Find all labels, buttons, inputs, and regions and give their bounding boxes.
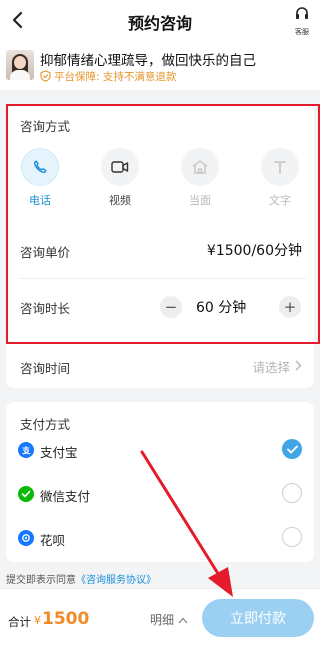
pay-now-button[interactable]: 立即付款	[202, 599, 314, 637]
consult-time-placeholder: 请选择	[252, 360, 290, 375]
wechat-pay-label: 微信支付	[40, 489, 91, 504]
total-amount-value: 1500	[42, 609, 90, 629]
shield-check-icon	[40, 70, 51, 82]
page-title: 预约咨询	[127, 14, 192, 33]
payment-method-huabei[interactable]: 花呗	[6, 526, 314, 550]
checkout-bar: 合计 ¥1500 明细 立即付款	[0, 588, 320, 646]
wechat-pay-icon	[18, 486, 34, 502]
payment-method-alipay[interactable]: 支付宝	[6, 438, 314, 462]
payment-title: 支付方式	[20, 417, 71, 432]
huabei-icon	[18, 530, 34, 546]
counselor-avatar[interactable]	[6, 50, 34, 80]
alipay-icon	[18, 442, 34, 458]
chevron-right-icon	[295, 360, 302, 371]
total-label: 合计	[8, 615, 31, 629]
guarantee-text: 平台保障: 支持不满意退款	[54, 71, 177, 83]
alipay-radio[interactable]	[282, 439, 302, 459]
guarantee-note: 平台保障: 支持不满意退款	[40, 69, 176, 84]
wechat-pay-radio[interactable]	[282, 483, 302, 503]
consult-time-label: 咨询时间	[20, 361, 71, 376]
alipay-label: 支付宝	[40, 445, 78, 460]
check-icon	[286, 445, 298, 453]
highlight-box	[6, 104, 320, 344]
agreement-note: 提交即表示同意《咨询服务协议》	[6, 571, 156, 586]
service-label: 客服	[295, 28, 309, 36]
product-info: 抑郁情绪心理疏导，做回快乐的自己 平台保障: 支持不满意退款	[0, 42, 320, 90]
total-amount: ¥1500	[34, 609, 89, 629]
product-name: 抑郁情绪心理疏导，做回快乐的自己	[40, 53, 256, 69]
detail-label: 明细	[150, 613, 175, 627]
agreement-text: 提交即表示同意	[6, 575, 76, 586]
payment-method-wechat[interactable]: 微信支付	[6, 482, 314, 506]
headset-icon	[296, 7, 308, 19]
customer-service-button[interactable]: 客服	[290, 6, 314, 36]
total-currency: ¥	[34, 614, 41, 627]
service-agreement-link[interactable]: 《咨询服务协议》	[76, 575, 156, 586]
detail-toggle[interactable]: 明细	[150, 611, 188, 628]
huabei-label: 花呗	[40, 533, 66, 548]
payment-card: 支付方式 支付宝 微信支付 花呗	[6, 402, 314, 562]
chevron-up-icon	[178, 617, 188, 624]
top-bar: 预约咨询 客服	[0, 0, 320, 42]
consult-time-row[interactable]: 咨询时间 请选择	[6, 344, 314, 388]
huabei-radio[interactable]	[282, 527, 302, 547]
